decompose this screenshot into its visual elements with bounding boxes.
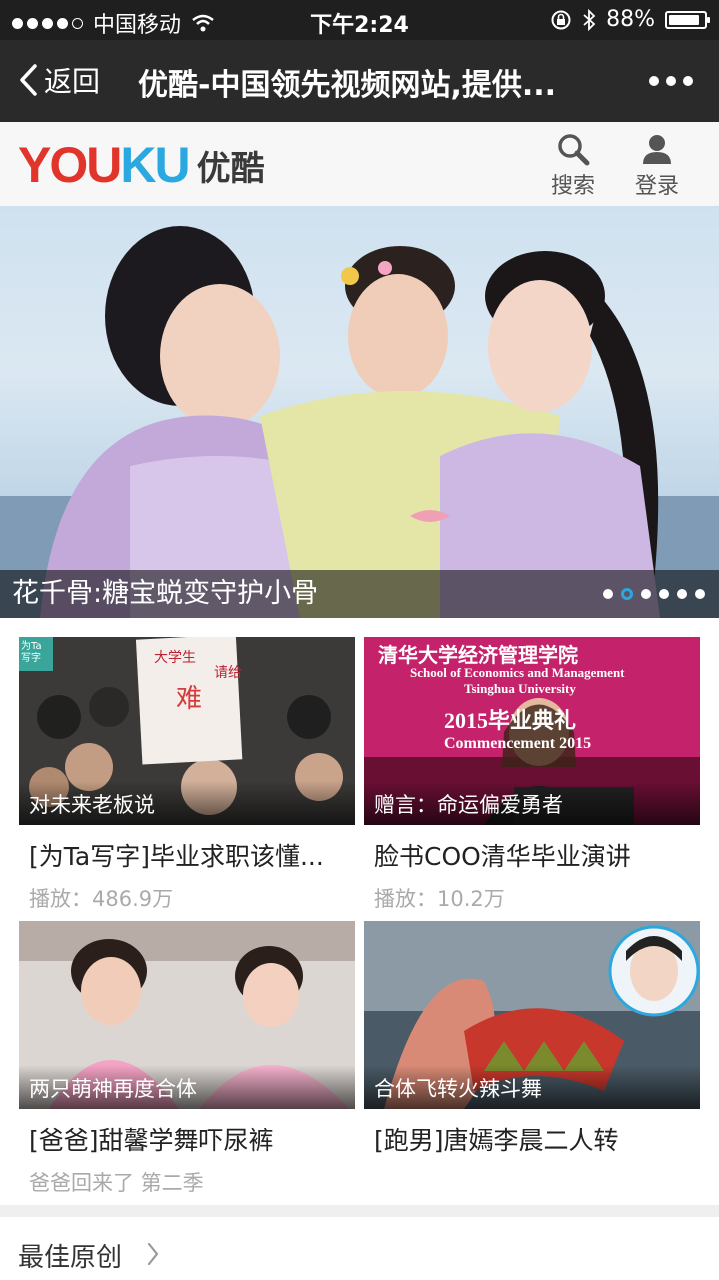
pager-dot-active[interactable] [621, 588, 633, 600]
banner-commencement: Commencement 2015 [444, 735, 592, 752]
more-menu-button[interactable] [649, 76, 693, 86]
video-thumbnail[interactable]: 两只萌神再度合体 [19, 921, 355, 1109]
battery-percent: 88% [606, 7, 655, 32]
search-label: 搜索 [550, 174, 595, 199]
pager-dot[interactable] [695, 589, 705, 599]
pager-dot[interactable] [603, 589, 613, 599]
video-card[interactable]: 合体飞转火辣斗舞 [跑男]唐嫣李晨二人转 [364, 921, 700, 1167]
video-title[interactable]: [跑男]唐嫣李晨二人转 [364, 1121, 700, 1157]
search-button[interactable]: 搜索 [538, 132, 608, 200]
logo-youku-red: YOU [18, 137, 122, 193]
video-thumbnail[interactable]: 合体飞转火辣斗舞 [364, 921, 700, 1109]
pager-dot[interactable] [641, 589, 651, 599]
section-title: 最佳原创 [18, 1243, 123, 1273]
banner-chinese: 清华大学经济管理学院 [378, 643, 578, 667]
youku-logo[interactable]: YOU KU 优酷 [18, 136, 265, 194]
user-icon [643, 135, 671, 164]
video-card[interactable]: 难 大学生 请给 为Ta写字 对未来老板说 [为Ta写字]毕业求职该懂... 播… [19, 637, 355, 913]
video-play-count: 播放：486.9万 [29, 887, 174, 911]
hero-banner[interactable]: 花千骨:糖宝蜕变守护小骨 [0, 206, 719, 618]
login-button[interactable]: 登录 [622, 132, 692, 200]
video-title[interactable]: 脸书COO清华毕业演讲 [364, 837, 700, 873]
banner-english-2: Tsinghua University [464, 681, 576, 696]
video-thumbnail[interactable]: 清华大学经济管理学院 School of Economics and Manag… [364, 637, 700, 825]
site-header: YOU KU 优酷 搜索 登录 [0, 122, 719, 207]
banner-year: 2015毕业典礼 [444, 708, 577, 733]
rotation-lock-icon [551, 10, 571, 29]
svg-text:难: 难 [176, 684, 202, 714]
page-title: 优酷-中国领先视频网站,提供... [138, 68, 557, 103]
banner-english-1: School of Economics and Management [410, 665, 625, 680]
carousel-pager[interactable] [603, 588, 705, 600]
svg-text:请给: 请给 [214, 665, 242, 681]
hero-caption: 花千骨:糖宝蜕变守护小骨 [12, 578, 319, 609]
svg-text:大学生: 大学生 [154, 650, 196, 666]
battery-icon [665, 10, 710, 29]
video-title[interactable]: [为Ta写字]毕业求职该懂... [19, 837, 355, 873]
video-tagline: 合体飞转火辣斗舞 [374, 1077, 542, 1101]
pager-dot[interactable] [677, 589, 687, 599]
back-label: 返回 [44, 65, 101, 98]
chevron-right-icon [147, 1242, 159, 1266]
chevron-left-icon [20, 64, 37, 96]
logo-youku-blue: KU [120, 137, 190, 193]
bluetooth-icon [583, 8, 596, 31]
hero-image [0, 226, 719, 618]
video-thumbnail[interactable]: 难 大学生 请给 为Ta写字 对未来老板说 [19, 637, 355, 825]
video-card[interactable]: 两只萌神再度合体 [爸爸]甜馨学舞吓尿裤 爸爸回来了 第二季 [19, 921, 355, 1197]
video-tagline: 赠言：命运偏爱勇者 [374, 793, 563, 817]
section-header-best-original[interactable]: 最佳原创 [0, 1205, 719, 1280]
video-card[interactable]: 清华大学经济管理学院 School of Economics and Manag… [364, 637, 700, 913]
video-tagline: 两只萌神再度合体 [29, 1077, 197, 1101]
video-play-count: 播放：10.2万 [374, 887, 505, 911]
badge-label: 为Ta写字 [21, 641, 42, 664]
video-subtitle: 爸爸回来了 第二季 [29, 1171, 204, 1195]
logo-chinese: 优酷 [196, 148, 265, 189]
pager-dot[interactable] [659, 589, 669, 599]
status-bar: 中国移动 下午2:24 88% [0, 0, 719, 40]
navigation-bar: 返回 优酷-中国领先视频网站,提供... [0, 40, 719, 122]
video-title[interactable]: [爸爸]甜馨学舞吓尿裤 [19, 1121, 355, 1157]
video-tagline: 对未来老板说 [29, 793, 155, 817]
search-icon [558, 134, 590, 166]
login-label: 登录 [634, 174, 679, 199]
back-button[interactable]: 返回 [18, 60, 100, 100]
